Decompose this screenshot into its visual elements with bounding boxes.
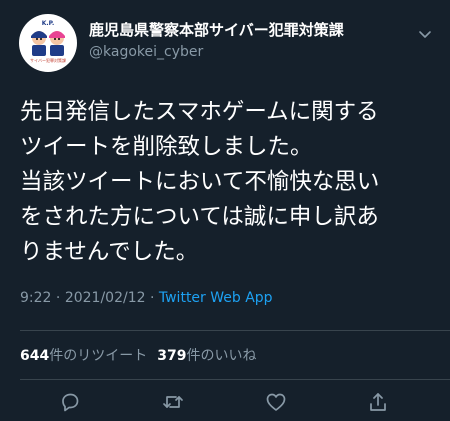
tweet-text-line: 先日発信したスマホゲームに関する bbox=[20, 99, 379, 125]
like-count: 379 bbox=[157, 348, 187, 364]
like-stat[interactable]: 379件のいいね bbox=[157, 348, 256, 364]
source-app-link[interactable]: Twitter Web App bbox=[159, 290, 273, 306]
account-names: 鹿児島県警察本部サイバー犯罪対策課 @kagokei_cyber bbox=[89, 20, 409, 62]
avatar-caption: サイバー犯罪対策課 bbox=[30, 58, 66, 63]
retweet-stat[interactable]: 644件のリツイート bbox=[20, 348, 147, 364]
avatar[interactable]: K.P. サイバー犯罪対策課 bbox=[19, 14, 77, 72]
tweet-text-line: 当該ツイートにおいて不愉快な思い bbox=[20, 169, 380, 195]
tweet-text-line: をされた方については誠に申し訳あ bbox=[20, 204, 379, 230]
tweet-text-line: りませんでした。 bbox=[20, 239, 199, 265]
tweet-header: K.P. サイバー犯罪対策課 鹿児島県警察本部サイバー犯罪対策課 @kagoke… bbox=[19, 14, 439, 74]
display-name[interactable]: 鹿児島県警察本部サイバー犯罪対策課 bbox=[89, 20, 409, 40]
retweet-icon[interactable] bbox=[161, 390, 185, 414]
tweet-detail: K.P. サイバー犯罪対策課 鹿児島県警察本部サイバー犯罪対策課 @kagoke… bbox=[0, 0, 450, 421]
tweet-stats: 644件のリツイート 379件のいいね bbox=[20, 345, 256, 365]
retweet-label: 件のリツイート bbox=[49, 348, 148, 364]
tweet-text: 先日発信したスマホゲームに関する ツイートを削除致しました。 当該ツイートにおい… bbox=[20, 95, 440, 270]
divider bbox=[20, 379, 450, 380]
retweet-count: 644 bbox=[20, 348, 50, 364]
meta-separator: · bbox=[149, 290, 155, 306]
meta-separator: · bbox=[55, 290, 61, 306]
mascot-icon bbox=[31, 31, 65, 56]
tweet-time[interactable]: 9:22 bbox=[20, 290, 51, 306]
tweet-text-line: ツイートを削除致しました。 bbox=[20, 134, 313, 160]
tweet-date[interactable]: 2021/02/12 bbox=[65, 290, 146, 306]
tweet-metadata: 9:22 · 2021/02/12 · Twitter Web App bbox=[20, 290, 273, 306]
chevron-down-icon[interactable] bbox=[417, 26, 433, 42]
heart-icon[interactable] bbox=[264, 390, 288, 414]
account-handle[interactable]: @kagokei_cyber bbox=[89, 42, 409, 62]
action-bar bbox=[0, 388, 450, 418]
like-label: 件のいいね bbox=[186, 348, 257, 364]
divider bbox=[20, 330, 450, 331]
reply-icon[interactable] bbox=[58, 390, 82, 414]
share-icon[interactable] bbox=[366, 390, 390, 414]
avatar-logo-text: K.P. bbox=[41, 20, 55, 27]
